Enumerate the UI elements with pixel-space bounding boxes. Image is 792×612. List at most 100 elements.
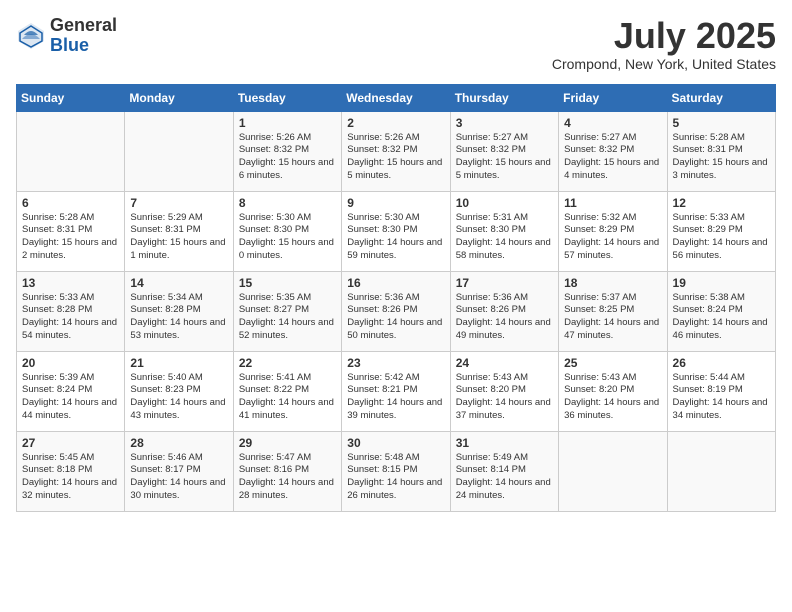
title-block: July 2025 Crompond, New York, United Sta… [552,16,776,72]
day-info: Sunrise: 5:43 AMSunset: 8:20 PMDaylight:… [456,372,553,423]
day-number: 25 [564,356,661,370]
day-number: 24 [456,356,553,370]
day-of-week-header: Thursday [450,84,558,111]
day-info: Sunrise: 5:49 AMSunset: 8:14 PMDaylight:… [456,452,553,503]
day-info: Sunrise: 5:28 AMSunset: 8:31 PMDaylight:… [673,132,770,183]
day-info: Sunrise: 5:39 AMSunset: 8:24 PMDaylight:… [22,372,119,423]
calendar-day-cell: 20 Sunrise: 5:39 AMSunset: 8:24 PMDayligh… [17,351,125,431]
calendar-week-row: 6 Sunrise: 5:28 AMSunset: 8:31 PMDaylight… [17,191,776,271]
day-number: 28 [130,436,227,450]
day-info: Sunrise: 5:42 AMSunset: 8:21 PMDaylight:… [347,372,444,423]
day-number: 21 [130,356,227,370]
calendar-week-row: 13 Sunrise: 5:33 AMSunset: 8:28 PMDayligh… [17,271,776,351]
day-info: Sunrise: 5:27 AMSunset: 8:32 PMDaylight:… [456,132,553,183]
calendar-day-cell [667,431,775,511]
calendar-day-cell: 27 Sunrise: 5:45 AMSunset: 8:18 PMDayligh… [17,431,125,511]
calendar-day-cell: 9Sunrise: 5:30 AMSunset: 8:30 PMDaylight… [342,191,450,271]
calendar-day-cell: 26Sunrise: 5:44 AMSunset: 8:19 PMDayligh… [667,351,775,431]
day-info: Sunrise: 5:36 AMSunset: 8:26 PMDaylight:… [347,292,444,343]
day-number: 6 [22,196,119,210]
calendar-day-cell [125,111,233,191]
calendar-day-cell: 8Sunrise: 5:30 AMSunset: 8:30 PMDaylight… [233,191,341,271]
calendar-day-cell: 14 Sunrise: 5:34 AMSunset: 8:28 PMDayligh… [125,271,233,351]
day-of-week-header: Monday [125,84,233,111]
location: Crompond, New York, United States [552,56,776,72]
calendar-day-cell [17,111,125,191]
day-info: Sunrise: 5:32 AMSunset: 8:29 PMDaylight:… [564,212,661,263]
day-number: 9 [347,196,444,210]
calendar-day-cell: 3 Sunrise: 5:27 AMSunset: 8:32 PMDaylight… [450,111,558,191]
day-info: Sunrise: 5:48 AMSunset: 8:15 PMDaylight:… [347,452,444,503]
day-number: 17 [456,276,553,290]
logo-blue: Blue [50,36,117,56]
calendar-day-cell: 17 Sunrise: 5:36 AMSunset: 8:26 PMDayligh… [450,271,558,351]
day-number: 12 [673,196,770,210]
day-of-week-header: Wednesday [342,84,450,111]
calendar-day-cell: 7 Sunrise: 5:29 AMSunset: 8:31 PMDaylight… [125,191,233,271]
calendar-day-cell: 22 Sunrise: 5:41 AMSunset: 8:22 PMDayligh… [233,351,341,431]
calendar-day-cell: 4 Sunrise: 5:27 AMSunset: 8:32 PMDaylight… [559,111,667,191]
calendar-day-cell: 15Sunrise: 5:35 AMSunset: 8:27 PMDayligh… [233,271,341,351]
day-info: Sunrise: 5:34 AMSunset: 8:28 PMDaylight:… [130,292,227,343]
calendar-day-cell: 2 Sunrise: 5:26 AMSunset: 8:32 PMDaylight… [342,111,450,191]
day-info: Sunrise: 5:31 AMSunset: 8:30 PMDaylight:… [456,212,553,263]
day-of-week-header: Sunday [17,84,125,111]
day-number: 4 [564,116,661,130]
calendar-day-cell: 13 Sunrise: 5:33 AMSunset: 8:28 PMDayligh… [17,271,125,351]
calendar-day-cell: 31 Sunrise: 5:49 AMSunset: 8:14 PMDayligh… [450,431,558,511]
calendar-week-row: 1 Sunrise: 5:26 AMSunset: 8:32 PMDaylight… [17,111,776,191]
calendar-day-cell: 30 Sunrise: 5:48 AMSunset: 8:15 PMDayligh… [342,431,450,511]
day-info: Sunrise: 5:41 AMSunset: 8:22 PMDaylight:… [239,372,336,423]
day-info: Sunrise: 5:40 AMSunset: 8:23 PMDaylight:… [130,372,227,423]
calendar-day-cell: 10 Sunrise: 5:31 AMSunset: 8:30 PMDayligh… [450,191,558,271]
day-info: Sunrise: 5:36 AMSunset: 8:26 PMDaylight:… [456,292,553,343]
day-number: 14 [130,276,227,290]
day-number: 3 [456,116,553,130]
calendar-week-row: 27 Sunrise: 5:45 AMSunset: 8:18 PMDayligh… [17,431,776,511]
day-info: Sunrise: 5:26 AMSunset: 8:32 PMDaylight:… [239,132,336,183]
day-number: 29 [239,436,336,450]
calendar-day-cell: 12Sunrise: 5:33 AMSunset: 8:29 PMDayligh… [667,191,775,271]
day-of-week-header: Tuesday [233,84,341,111]
day-info: Sunrise: 5:26 AMSunset: 8:32 PMDaylight:… [347,132,444,183]
logo-icon [16,21,46,51]
day-info: Sunrise: 5:28 AMSunset: 8:31 PMDaylight:… [22,212,119,263]
day-info: Sunrise: 5:45 AMSunset: 8:18 PMDaylight:… [22,452,119,503]
logo-text: General Blue [50,16,117,56]
day-number: 2 [347,116,444,130]
day-number: 15 [239,276,336,290]
day-number: 22 [239,356,336,370]
day-number: 23 [347,356,444,370]
calendar-week-row: 20 Sunrise: 5:39 AMSunset: 8:24 PMDayligh… [17,351,776,431]
day-number: 30 [347,436,444,450]
calendar-day-cell: 28 Sunrise: 5:46 AMSunset: 8:17 PMDayligh… [125,431,233,511]
calendar-day-cell: 21 Sunrise: 5:40 AMSunset: 8:23 PMDayligh… [125,351,233,431]
day-number: 7 [130,196,227,210]
day-info: Sunrise: 5:33 AMSunset: 8:28 PMDaylight:… [22,292,119,343]
day-info: Sunrise: 5:46 AMSunset: 8:17 PMDaylight:… [130,452,227,503]
day-number: 26 [673,356,770,370]
day-of-week-header: Saturday [667,84,775,111]
day-number: 5 [673,116,770,130]
day-info: Sunrise: 5:38 AMSunset: 8:24 PMDaylight:… [673,292,770,343]
day-number: 27 [22,436,119,450]
day-number: 1 [239,116,336,130]
day-number: 16 [347,276,444,290]
day-info: Sunrise: 5:29 AMSunset: 8:31 PMDaylight:… [130,212,227,263]
calendar-day-cell: 1 Sunrise: 5:26 AMSunset: 8:32 PMDaylight… [233,111,341,191]
calendar-day-cell [559,431,667,511]
calendar-day-cell: 16 Sunrise: 5:36 AMSunset: 8:26 PMDayligh… [342,271,450,351]
day-number: 31 [456,436,553,450]
calendar-day-cell: 11 Sunrise: 5:32 AMSunset: 8:29 PMDayligh… [559,191,667,271]
day-info: Sunrise: 5:43 AMSunset: 8:20 PMDaylight:… [564,372,661,423]
day-info: Sunrise: 5:27 AMSunset: 8:32 PMDaylight:… [564,132,661,183]
calendar-day-cell: 6 Sunrise: 5:28 AMSunset: 8:31 PMDaylight… [17,191,125,271]
day-info: Sunrise: 5:37 AMSunset: 8:25 PMDaylight:… [564,292,661,343]
day-number: 10 [456,196,553,210]
logo: General Blue [16,16,117,56]
day-number: 13 [22,276,119,290]
day-number: 20 [22,356,119,370]
day-number: 11 [564,196,661,210]
calendar-day-cell: 19Sunrise: 5:38 AMSunset: 8:24 PMDayligh… [667,271,775,351]
calendar-day-cell: 23 Sunrise: 5:42 AMSunset: 8:21 PMDayligh… [342,351,450,431]
